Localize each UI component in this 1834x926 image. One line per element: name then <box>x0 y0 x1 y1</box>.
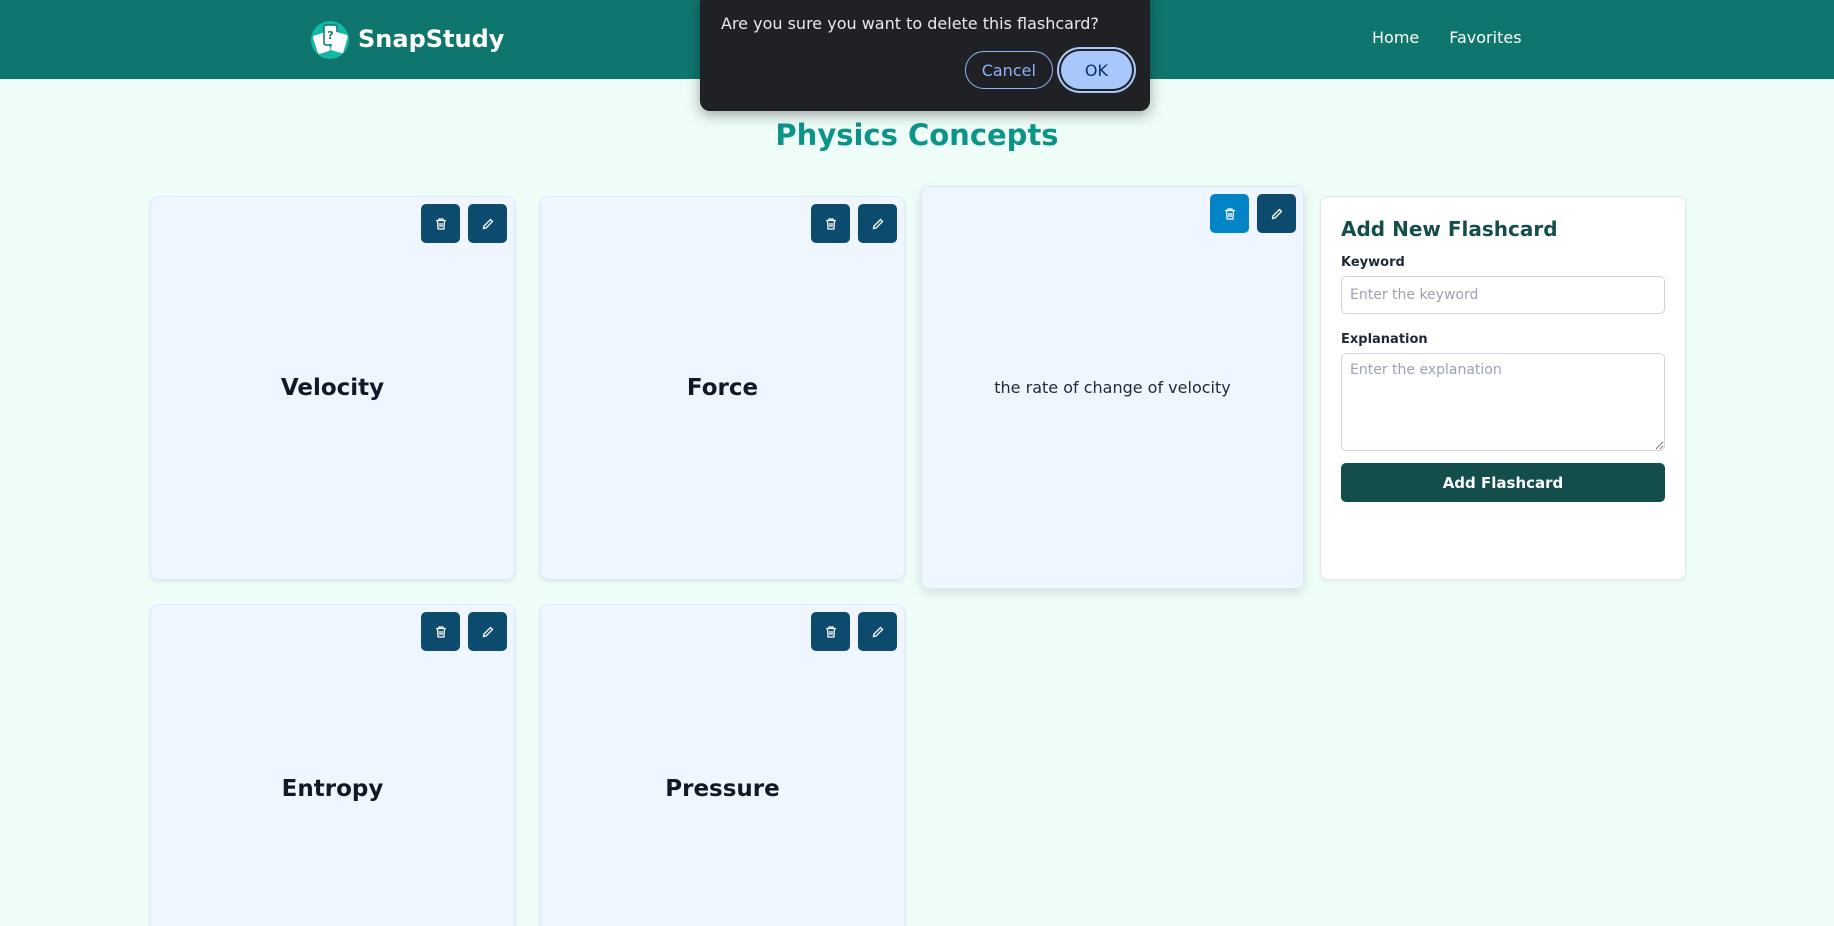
flashcard-entropy[interactable]: Entropy <box>150 604 515 926</box>
trash-icon <box>825 625 836 638</box>
nav-home-link[interactable]: Home <box>1372 28 1419 47</box>
pencil-icon <box>872 218 883 229</box>
card-explanation: the rate of change of velocity <box>994 378 1231 397</box>
flashcard-acceleration[interactable]: the rate of change of velocity <box>921 186 1304 589</box>
explanation-label: Explanation <box>1341 332 1428 347</box>
pencil-icon <box>482 626 493 637</box>
delete-card-button[interactable] <box>811 612 850 651</box>
flashcard-force[interactable]: Force <box>540 196 905 580</box>
trash-icon <box>435 217 446 230</box>
card-actions <box>421 204 507 243</box>
trash-icon <box>435 625 446 638</box>
dialog-cancel-button[interactable]: Cancel <box>964 51 1053 89</box>
flashcard-pressure[interactable]: Pressure <box>540 604 905 926</box>
card-actions <box>811 612 897 651</box>
card-keyword: Force <box>686 375 759 401</box>
edit-card-button[interactable] <box>468 612 507 651</box>
card-keyword: Velocity <box>280 375 385 401</box>
add-flashcard-title: Add New Flashcard <box>1341 217 1558 241</box>
delete-card-button[interactable] <box>421 612 460 651</box>
explanation-textarea[interactable] <box>1341 353 1665 451</box>
pencil-icon <box>872 626 883 637</box>
brand-name: SnapStudy <box>358 25 505 53</box>
edit-card-button[interactable] <box>1257 194 1296 233</box>
add-flashcard-panel: Add New Flashcard Keyword Explanation Ad… <box>1320 196 1686 580</box>
add-flashcard-button[interactable]: Add Flashcard <box>1341 463 1665 502</box>
trash-icon <box>825 217 836 230</box>
pencil-icon <box>1271 208 1282 219</box>
card-actions <box>811 204 897 243</box>
top-nav: Home Favorites <box>1372 28 1522 47</box>
card-actions <box>421 612 507 651</box>
edit-card-button[interactable] <box>468 204 507 243</box>
dialog-message: Are you sure you want to delete this fla… <box>721 14 1099 33</box>
card-actions <box>1210 194 1296 233</box>
delete-card-button[interactable] <box>1210 194 1249 233</box>
brand[interactable]: ? SnapStudy <box>308 18 504 60</box>
edit-card-button[interactable] <box>858 612 897 651</box>
edit-card-button[interactable] <box>858 204 897 243</box>
delete-card-button[interactable] <box>811 204 850 243</box>
card-keyword: Pressure <box>665 776 780 802</box>
flashcard-velocity[interactable]: Velocity <box>150 196 515 580</box>
delete-card-button[interactable] <box>421 204 460 243</box>
page-title: Physics Concepts <box>775 118 1059 152</box>
trash-icon <box>1224 207 1235 220</box>
dialog-ok-button[interactable]: OK <box>1060 51 1132 89</box>
delete-confirm-dialog: Are you sure you want to delete this fla… <box>700 0 1150 111</box>
svg-text:?: ? <box>327 29 333 42</box>
keyword-label: Keyword <box>1341 255 1405 270</box>
cards-logo-icon: ? <box>311 21 349 59</box>
dialog-buttons: Cancel OK <box>964 51 1132 89</box>
pencil-icon <box>482 218 493 229</box>
card-keyword: Entropy <box>281 776 384 802</box>
keyword-input[interactable] <box>1341 276 1665 314</box>
nav-favorites-link[interactable]: Favorites <box>1449 28 1521 47</box>
